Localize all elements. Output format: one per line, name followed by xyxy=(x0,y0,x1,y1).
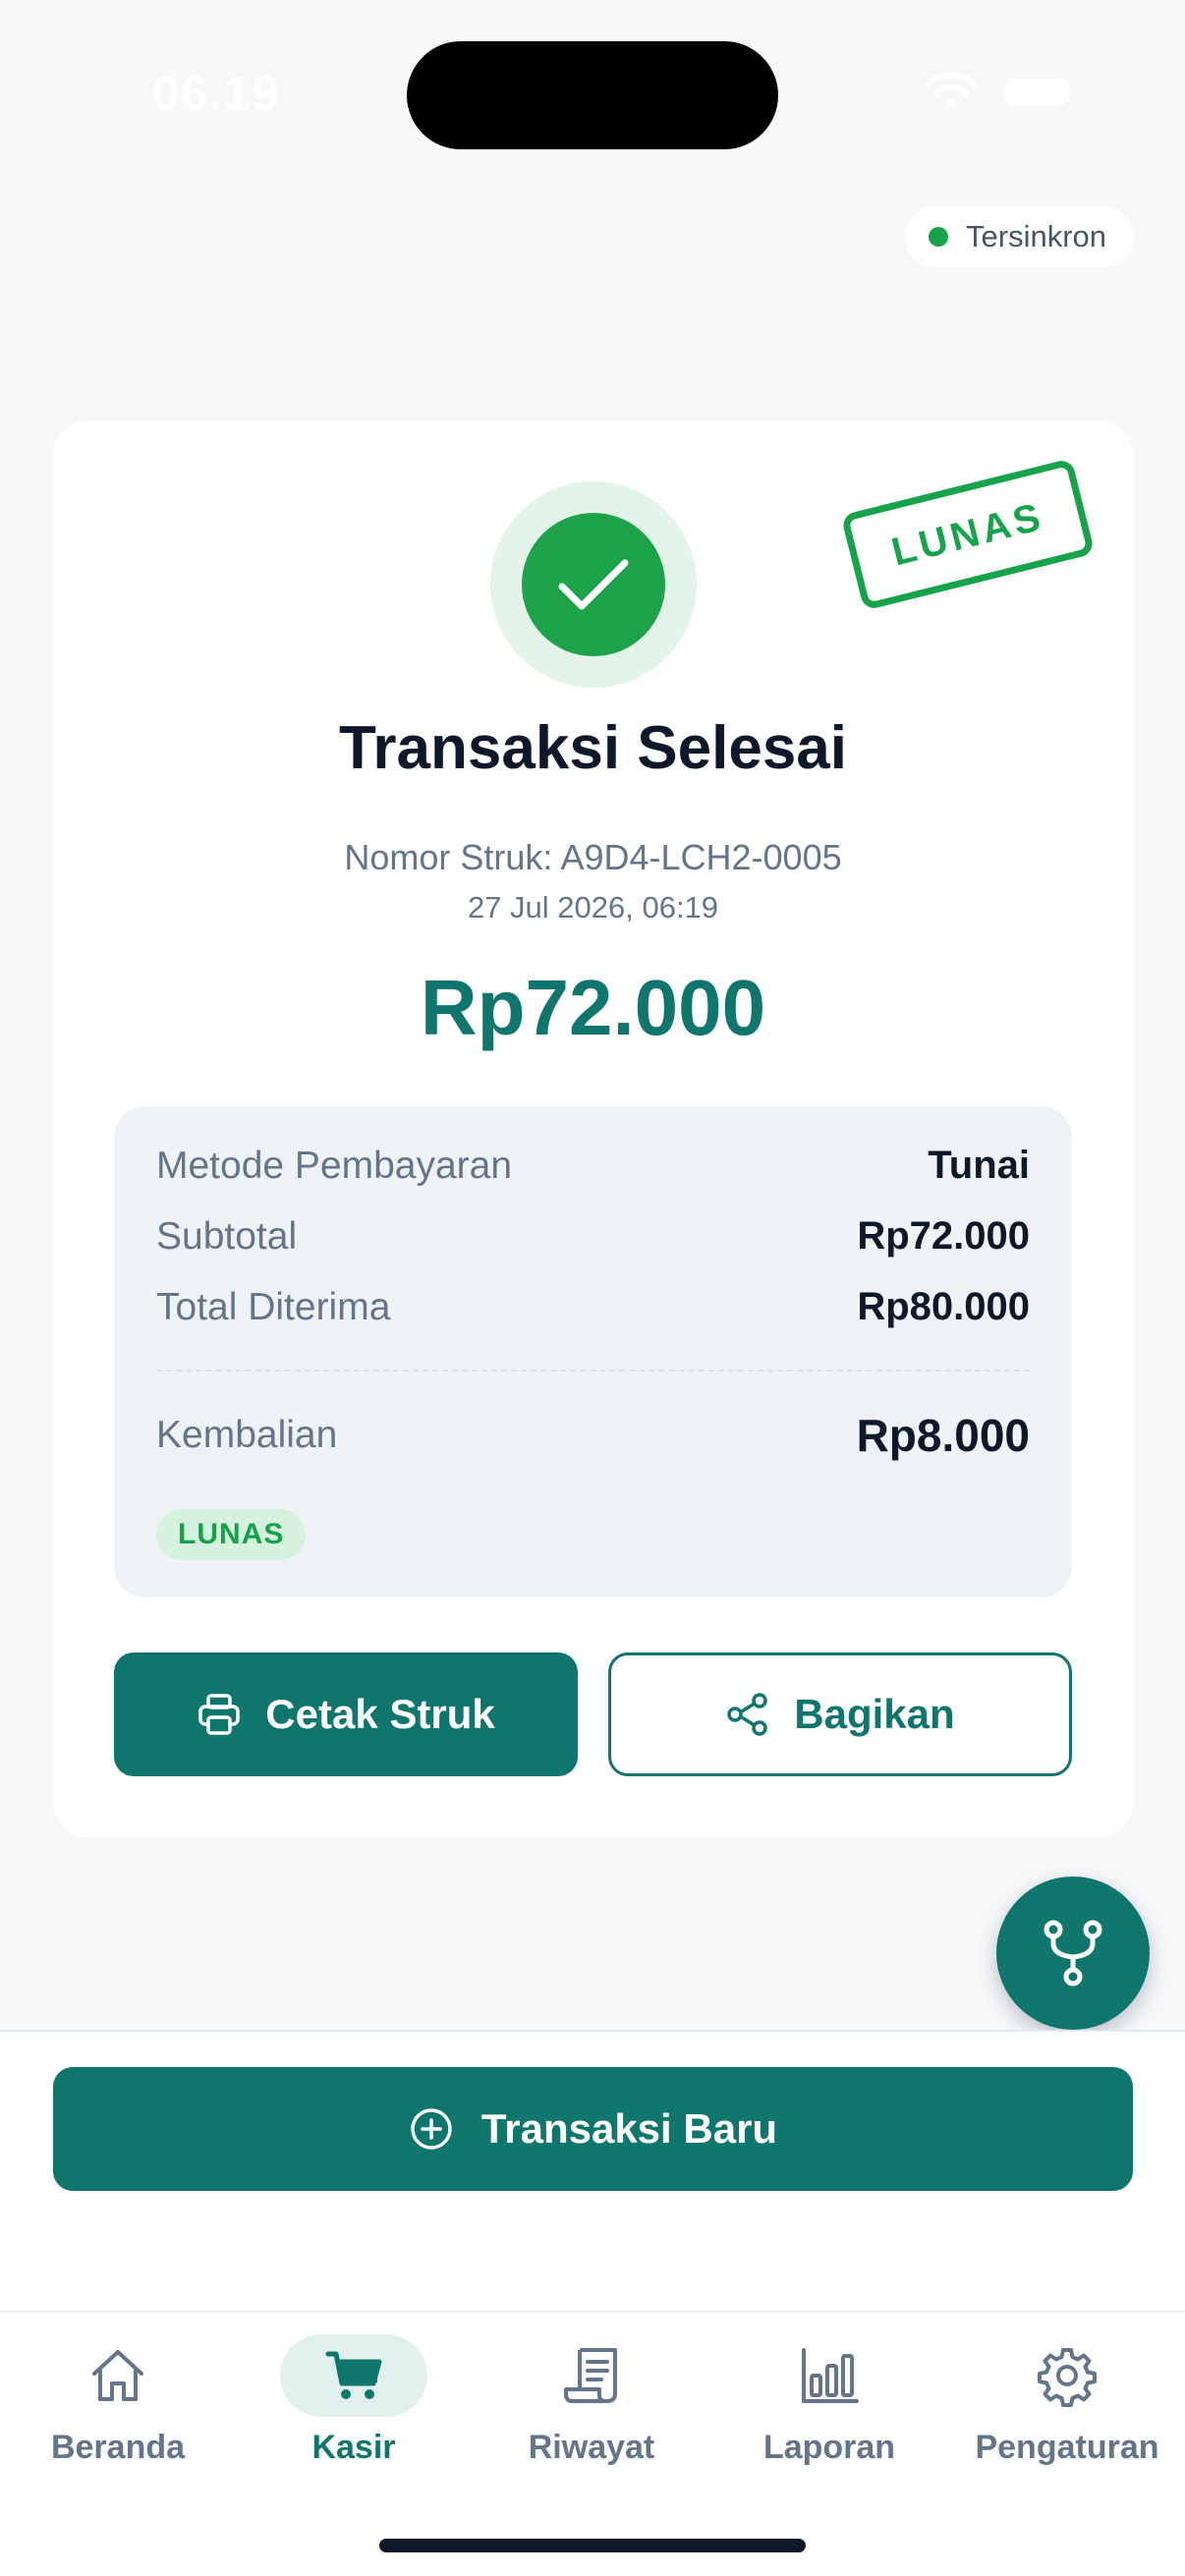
change-value: Rp8.000 xyxy=(856,1410,1030,1461)
bottom-tab-bar: Beranda Kasir Riwayat Laporan Pengaturan xyxy=(0,2311,1185,2576)
share-label: Bagikan xyxy=(794,1691,955,1737)
summary-value: Rp80.000 xyxy=(857,1285,1030,1328)
summary-label: Subtotal xyxy=(156,1214,298,1258)
tab-label: Riwayat xyxy=(528,2429,655,2466)
share-icon xyxy=(727,1693,768,1736)
sync-label: Tersinkron xyxy=(966,219,1106,253)
floating-action-button[interactable] xyxy=(996,1876,1150,2030)
payment-summary: Metode Pembayaran Tunai Subtotal Rp72.00… xyxy=(114,1106,1072,1597)
receipt-number: Nomor Struk: A9D4-LCH2-0005 xyxy=(344,837,842,877)
summary-label: Metode Pembayaran xyxy=(156,1144,513,1187)
status-bar: 06.19 xyxy=(0,0,1185,187)
wifi-icon xyxy=(925,72,978,108)
status-badge-label: LUNAS xyxy=(178,1518,285,1550)
tab-label: Laporan xyxy=(762,2429,896,2466)
bottom-action-area: Transaksi Baru xyxy=(0,2030,1185,2311)
summary-label: Total Diterima xyxy=(156,1285,391,1328)
receipt-icon xyxy=(564,2348,617,2403)
print-receipt-label: Cetak Struk xyxy=(265,1691,495,1737)
branch-icon xyxy=(1044,1920,1102,1987)
summary-value: Tunai xyxy=(928,1144,1030,1187)
new-transaction-button[interactable]: Transaksi Baru xyxy=(53,2067,1133,2191)
paid-stamp-label: LUNAS xyxy=(887,494,1048,574)
success-check-icon xyxy=(490,481,697,688)
printer-icon xyxy=(198,1694,241,1735)
bar-chart-icon xyxy=(802,2348,859,2403)
tab-label: Kasir xyxy=(311,2429,396,2466)
page-title: Transaksi Selesai xyxy=(338,714,848,782)
new-transaction-label: Transaksi Baru xyxy=(480,2105,778,2152)
tab-riwayat[interactable]: Riwayat xyxy=(493,2334,690,2467)
tab-laporan[interactable]: Laporan xyxy=(731,2334,928,2467)
paid-stamp: LUNAS xyxy=(840,458,1096,611)
summary-value: Rp72.000 xyxy=(857,1214,1030,1258)
summary-divider xyxy=(156,1370,1030,1372)
receipt-card: LUNAS Transaksi Selesai Nomor Struk: A9D… xyxy=(53,420,1133,1837)
gear-icon xyxy=(1038,2348,1097,2407)
total-amount: Rp72.000 xyxy=(420,964,766,1051)
summary-row-payment-method: Metode Pembayaran Tunai xyxy=(156,1144,1030,1188)
print-receipt-button[interactable]: Cetak Struk xyxy=(114,1652,578,1776)
cart-icon xyxy=(325,2351,382,2399)
summary-row-subtotal: Subtotal Rp72.000 xyxy=(156,1214,1030,1259)
dynamic-island xyxy=(407,41,778,149)
battery-icon xyxy=(1004,79,1069,106)
sync-dot-icon xyxy=(929,227,948,247)
summary-row-change: Kembalian Rp8.000 xyxy=(156,1409,1030,1462)
plus-circle-icon xyxy=(411,2108,452,2150)
tab-beranda[interactable]: Beranda xyxy=(20,2334,216,2467)
sync-status-pill: Tersinkron xyxy=(905,206,1134,267)
home-indicator xyxy=(379,2539,806,2552)
home-icon xyxy=(92,2350,143,2401)
tab-label: Pengaturan xyxy=(975,2429,1159,2466)
receipt-datetime: 27 Jul 2026, 06:19 xyxy=(467,890,719,924)
tab-kasir[interactable]: Kasir xyxy=(255,2334,452,2467)
share-button[interactable]: Bagikan xyxy=(608,1652,1072,1776)
status-time: 06.19 xyxy=(152,66,281,121)
tab-label: Beranda xyxy=(50,2429,186,2466)
summary-row-total-received: Total Diterima Rp80.000 xyxy=(156,1285,1030,1329)
status-badge: LUNAS xyxy=(156,1509,307,1560)
change-label: Kembalian xyxy=(156,1414,338,1456)
tab-pengaturan[interactable]: Pengaturan xyxy=(969,2334,1165,2467)
